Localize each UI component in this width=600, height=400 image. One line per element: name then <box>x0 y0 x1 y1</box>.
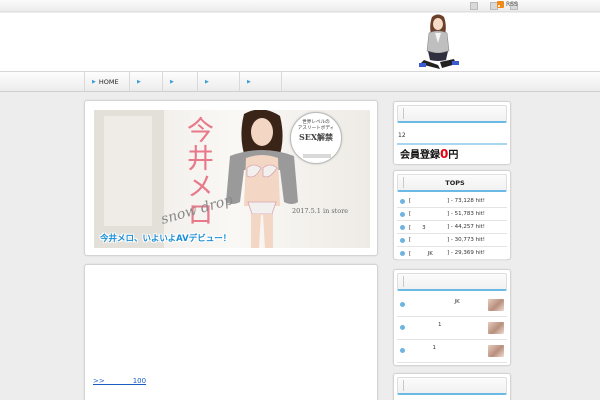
tops-item-name: [ JK <box>409 251 433 257</box>
nav-item-label: HOME <box>98 77 119 86</box>
post-item[interactable]: 1 <box>397 317 507 340</box>
bullet-icon <box>400 325 405 330</box>
posts-panel-header <box>397 273 507 291</box>
featured-banner[interactable]: 今井メロ snow drop 2017.5.1 in store 世界レベルの … <box>94 110 370 248</box>
post-title: JK <box>427 299 460 305</box>
badge-line2: アスリートボディ <box>297 125 335 131</box>
tops-item-hits: ] - 29,369 hit! <box>447 250 485 256</box>
rss-icon <box>497 1 504 8</box>
bullet-icon <box>400 302 405 307</box>
member-divider <box>397 143 507 145</box>
bullet-icon <box>400 211 405 217</box>
post-title: 1 <box>427 345 437 351</box>
arrow-right-icon: ▶ <box>247 78 251 85</box>
bullet-icon <box>400 237 405 243</box>
nav-item-2[interactable]: ▶ <box>130 72 163 91</box>
post-thumbnail[interactable] <box>488 299 504 311</box>
extra-panel-header <box>397 377 507 395</box>
nav-item-home[interactable]: ▶ HOME <box>85 72 130 91</box>
tops-item-name: [ 3 <box>409 225 426 231</box>
mascot-illustration <box>419 14 459 69</box>
bullet-icon <box>400 348 405 353</box>
member-signup-text: 会員登録 <box>400 150 440 161</box>
member-panel: 12 会員登録0円 <box>393 101 511 165</box>
arrow-right-icon: ▶ <box>205 78 209 85</box>
arrow-right-icon: ▶ <box>92 78 96 85</box>
post-thumbnail[interactable] <box>488 345 504 357</box>
post-item[interactable]: 1 <box>397 340 507 363</box>
tops-item-name: [ <box>409 198 412 204</box>
arrow-right-icon: ▶ <box>170 78 174 85</box>
bullet-icon <box>400 224 405 230</box>
post-item[interactable]: JK <box>397 294 507 317</box>
member-count: 12 <box>398 132 406 139</box>
bullet-icon <box>400 198 405 204</box>
member-signup-link[interactable]: 会員登録0円 <box>400 146 458 161</box>
nav-list: ▶ HOME ▶ ▶ ▶ ▶ <box>84 72 282 91</box>
tops-item-hits: ] - 51,783 hit! <box>447 211 485 217</box>
tops-item[interactable]: [ ] - 51,783 hit! <box>397 208 507 221</box>
tops-item[interactable]: [ 3 ] - 44,257 hit! <box>397 221 507 234</box>
banner-badge: 世界レベルの アスリートボディ SEX解禁 <box>290 112 342 164</box>
site-header <box>0 13 600 71</box>
nav-item-3[interactable]: ▶ <box>163 72 198 91</box>
member-price-unit: 円 <box>448 150 459 161</box>
tops-item-hits: ] - 44,257 hit! <box>447 224 485 230</box>
banner-date: 2017.5.1 in store <box>292 207 349 215</box>
badge-line3: SEX解禁 <box>298 132 334 143</box>
tops-item[interactable]: [ JK ] - 29,369 hit! <box>397 247 507 260</box>
rss-label: RSS <box>506 1 518 8</box>
tops-item[interactable]: [ ] - 73,128 hit! <box>397 195 507 208</box>
square-icon[interactable] <box>470 2 478 10</box>
tops-ranking-panel: TOPS [ ] - 73,128 hit! [ ] - 51,783 hit! [… <box>393 170 511 260</box>
arrow-right-icon: ▶ <box>137 78 141 85</box>
top-utility-bar: RSS <box>0 0 600 12</box>
nav-item-5[interactable]: ▶ <box>240 72 282 91</box>
post-thumbnail[interactable] <box>488 322 504 334</box>
bullet-icon <box>400 250 405 256</box>
featured-banner-panel: 今井メロ snow drop 2017.5.1 in store 世界レベルの … <box>84 100 378 256</box>
banner-caption: 今井メロ、いよいよAVデビュー！ <box>100 234 232 244</box>
rss-link[interactable]: RSS <box>497 1 518 8</box>
tops-item-hits: ] - 73,128 hit! <box>447 198 485 204</box>
header-divider <box>403 380 404 391</box>
main-navigation: ▶ HOME ▶ ▶ ▶ ▶ <box>0 71 600 92</box>
more-link[interactable]: >> 100 <box>93 376 163 386</box>
tops-list: [ ] - 73,128 hit! [ ] - 51,783 hit! [ 3 ] -… <box>394 195 510 260</box>
header-divider <box>403 108 404 119</box>
content-panel: >> 100 <box>84 264 378 400</box>
tops-item[interactable]: [ ] - 30,773 hit! <box>397 234 507 247</box>
post-title: 1 <box>427 322 442 328</box>
extra-sidebar-panel <box>393 373 511 400</box>
tops-item-name: [ <box>409 237 412 243</box>
member-panel-header <box>397 105 507 123</box>
badge-ribbon <box>303 154 331 158</box>
tops-panel-title: TOPS <box>445 178 465 187</box>
header-divider <box>403 276 404 287</box>
tops-panel-header: TOPS <box>397 174 507 192</box>
tops-item-hits: ] - 30,773 hit! <box>447 237 485 243</box>
nav-item-4[interactable]: ▶ <box>198 72 240 91</box>
recent-posts-panel: JK 1 1 <box>393 269 511 366</box>
tops-item-name: [ <box>409 211 412 217</box>
